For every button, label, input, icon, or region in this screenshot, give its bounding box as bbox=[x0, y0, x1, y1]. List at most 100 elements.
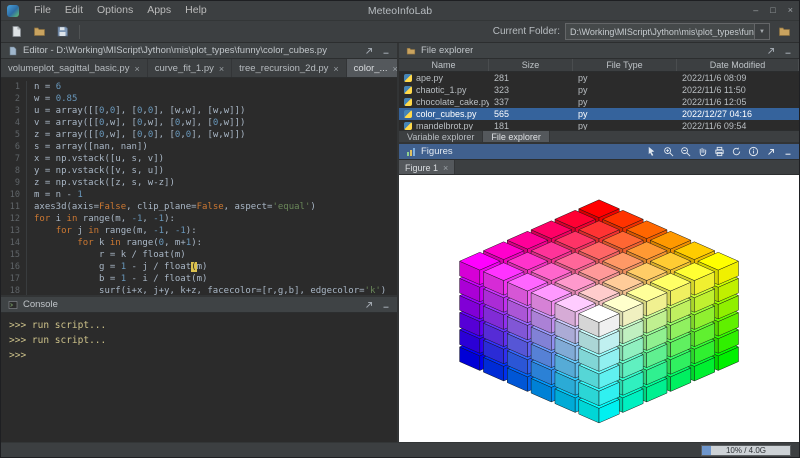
memory-text: 10% / 4.0G bbox=[726, 446, 766, 455]
column-header-name[interactable]: Name bbox=[399, 59, 489, 71]
menu-bar: FileEditOptionsAppsHelp bbox=[27, 1, 214, 20]
line-number: 3 bbox=[1, 105, 27, 117]
python-file-icon bbox=[404, 86, 412, 94]
file-row[interactable]: chaotic_1.py323py2022/11/6 11:50 bbox=[399, 84, 799, 96]
line-number: 1 bbox=[1, 81, 27, 93]
code-text: n = 6 bbox=[34, 81, 61, 93]
float-panel-icon[interactable] bbox=[764, 44, 777, 57]
column-header-date-modified[interactable]: Date Modified bbox=[677, 59, 799, 71]
figure-tab-label: Figure 1 bbox=[405, 163, 438, 173]
maximize-window-icon[interactable]: □ bbox=[770, 1, 775, 20]
line-number: 8 bbox=[1, 165, 27, 177]
minimize-panel-icon[interactable] bbox=[781, 145, 794, 158]
code-text: b = 1 - i / float(m) bbox=[34, 273, 207, 285]
save-icon[interactable] bbox=[53, 23, 71, 41]
code-text: z = array([[0,w], [0,0], [0,0], [w,w]]) bbox=[34, 129, 245, 141]
console-panel-header: Console bbox=[1, 297, 397, 313]
figure-canvas[interactable] bbox=[399, 175, 799, 442]
code-line[interactable]: 1 n = 6 bbox=[1, 81, 397, 93]
code-line[interactable]: 14 for k in range(0, m+1): bbox=[1, 237, 397, 249]
explorer-bottom-tab[interactable]: Variable explorer bbox=[399, 131, 483, 142]
explorer-bottom-tab[interactable]: File explorer bbox=[483, 131, 550, 142]
code-line[interactable]: 6s = array([nan, nan]) bbox=[1, 141, 397, 153]
file-row[interactable]: mandelbrot.py181py2022/11/6 09:54 bbox=[399, 120, 799, 130]
editor-tab[interactable]: volumeplot_sagittal_basic.py× bbox=[1, 59, 148, 78]
tab-close-icon[interactable]: × bbox=[134, 64, 139, 74]
file-row[interactable]: color_cubes.py565py2022/12/27 04:16 bbox=[399, 108, 799, 120]
python-file-icon bbox=[404, 98, 412, 106]
print-icon[interactable] bbox=[713, 145, 726, 158]
line-number: 14 bbox=[1, 237, 27, 249]
code-line[interactable]: 7x = np.vstack([u, s, v]) bbox=[1, 153, 397, 165]
editor-icon bbox=[6, 44, 19, 57]
menu-options[interactable]: Options bbox=[90, 1, 140, 20]
editor-tab[interactable]: color_...× bbox=[347, 59, 397, 78]
code-text: y = np.vstack([v, s, u]) bbox=[34, 165, 164, 177]
menu-help[interactable]: Help bbox=[178, 1, 214, 20]
code-line[interactable]: 13 for j in range(m, -1, -1): bbox=[1, 225, 397, 237]
editor-tab-label: curve_fit_1.py bbox=[155, 63, 214, 74]
code-line[interactable]: 8 y = np.vstack([v, s, u]) bbox=[1, 165, 397, 177]
new-script-icon[interactable] bbox=[7, 23, 25, 41]
file-row[interactable]: chocolate_cake.py337py2022/11/6 12:05 bbox=[399, 96, 799, 108]
menu-file[interactable]: File bbox=[27, 1, 58, 20]
code-line[interactable]: 5z = array([[0,w], [0,0], [0,0], [w,w]]) bbox=[1, 129, 397, 141]
code-line[interactable]: 15 r = k / float(m) bbox=[1, 249, 397, 261]
file-name: ape.py bbox=[416, 73, 443, 83]
figures-panel: Figures bbox=[399, 144, 799, 442]
code-text: g = 1 - j / float(m) bbox=[34, 261, 207, 273]
editor-panel: Editor - D:\Working\MIScript\Jython\mis\… bbox=[1, 43, 397, 297]
code-line[interactable]: 17 b = 1 - i / float(m) bbox=[1, 273, 397, 285]
file-size: 337 bbox=[489, 97, 573, 107]
dropdown-arrow-icon[interactable]: ▼ bbox=[754, 24, 769, 39]
minimize-panel-icon[interactable] bbox=[379, 44, 392, 57]
figure-tab[interactable]: Figure 1 × bbox=[399, 160, 455, 175]
float-panel-icon[interactable] bbox=[764, 145, 777, 158]
column-header-file-type[interactable]: File Type bbox=[573, 59, 677, 71]
close-window-icon[interactable]: × bbox=[788, 1, 793, 20]
console-output[interactable]: >>> run script...>>> run script...>>> bbox=[1, 313, 397, 442]
file-row[interactable]: ape.py281py2022/11/6 08:09 bbox=[399, 72, 799, 84]
column-header-size[interactable]: Size bbox=[489, 59, 573, 71]
code-text: v = array([[0,w], [0,w], [0,w], [0,w]]) bbox=[34, 117, 245, 129]
browse-folder-icon[interactable] bbox=[775, 23, 793, 41]
minimize-panel-icon[interactable] bbox=[781, 44, 794, 57]
tab-close-icon[interactable]: × bbox=[219, 64, 224, 74]
float-panel-icon[interactable] bbox=[362, 298, 375, 311]
code-line[interactable]: 12for i in range(m, -1, -1): bbox=[1, 213, 397, 225]
menu-apps[interactable]: Apps bbox=[140, 1, 178, 20]
code-line[interactable]: 16 g = 1 - j / float(m) bbox=[1, 261, 397, 273]
code-line[interactable]: 3u = array([[0,0], [0,0], [w,w], [w,w]]) bbox=[1, 105, 397, 117]
line-number: 13 bbox=[1, 225, 27, 237]
minimize-panel-icon[interactable] bbox=[379, 298, 392, 311]
hand-icon[interactable] bbox=[696, 145, 709, 158]
file-type: py bbox=[573, 97, 677, 107]
code-line[interactable]: 10m = n - 1 bbox=[1, 189, 397, 201]
info-icon[interactable] bbox=[747, 145, 760, 158]
minimize-window-icon[interactable]: – bbox=[753, 1, 758, 20]
code-line[interactable]: 4v = array([[0,w], [0,w], [0,w], [0,w]]) bbox=[1, 117, 397, 129]
zoom-out-icon[interactable] bbox=[679, 145, 692, 158]
console-icon bbox=[6, 298, 19, 311]
code-line[interactable]: 9z = np.vstack([z, s, w-z]) bbox=[1, 177, 397, 189]
tab-close-icon[interactable]: × bbox=[392, 64, 397, 74]
float-panel-icon[interactable] bbox=[362, 44, 375, 57]
tab-close-icon[interactable]: × bbox=[333, 64, 338, 74]
current-folder-path: D:\Working\MIScript\Jython\mis\plot_type… bbox=[566, 27, 754, 37]
cursor-icon[interactable] bbox=[645, 145, 658, 158]
open-file-icon[interactable] bbox=[30, 23, 48, 41]
menu-edit[interactable]: Edit bbox=[58, 1, 90, 20]
code-line[interactable]: 2w = 0.85 bbox=[1, 93, 397, 105]
code-line[interactable]: 11axes3d(axis=False, clip_plane=False, a… bbox=[1, 201, 397, 213]
code-line[interactable]: 18 surf(i+x, j+y, k+z, facecolor=[r,g,b]… bbox=[1, 285, 397, 295]
current-folder-combobox[interactable]: D:\Working\MIScript\Jython\mis\plot_type… bbox=[565, 23, 770, 40]
editor-tab[interactable]: tree_recursion_2d.py× bbox=[232, 59, 347, 78]
code-text: w = 0.85 bbox=[34, 93, 77, 105]
zoom-in-icon[interactable] bbox=[662, 145, 675, 158]
code-editor[interactable]: 1 n = 62w = 0.853u = array([[0,0], [0,0],… bbox=[1, 78, 397, 295]
memory-indicator[interactable]: 10% / 4.0G bbox=[701, 445, 791, 456]
editor-tab[interactable]: curve_fit_1.py × bbox=[148, 59, 232, 78]
tab-close-icon[interactable]: × bbox=[443, 163, 448, 173]
rotate-icon[interactable] bbox=[730, 145, 743, 158]
folder-icon bbox=[404, 44, 417, 57]
